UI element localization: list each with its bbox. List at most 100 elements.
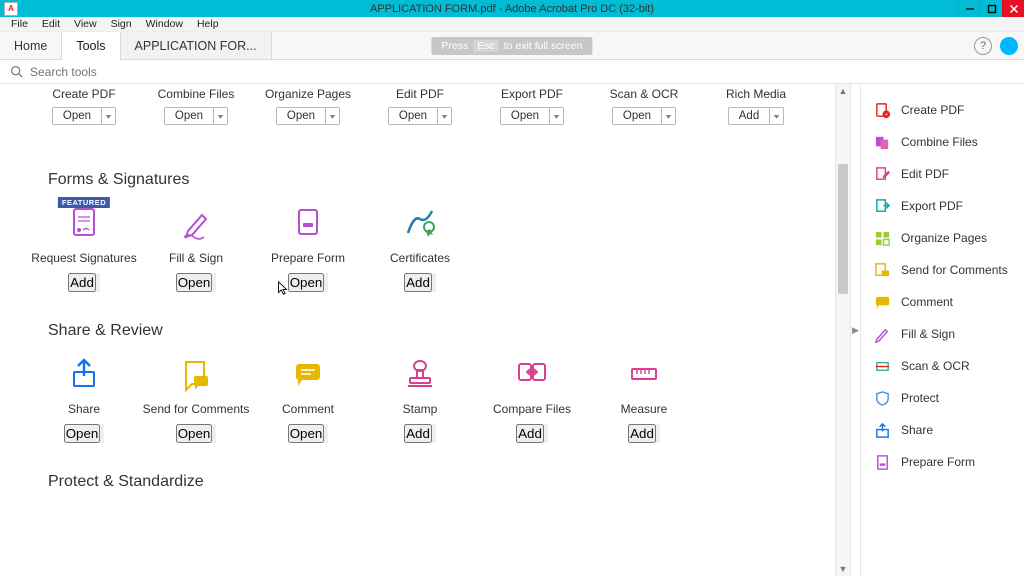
tab-tools[interactable]: Tools bbox=[61, 32, 120, 59]
open-button[interactable]: Open bbox=[612, 107, 662, 125]
open-button[interactable]: Open bbox=[388, 107, 438, 125]
open-button[interactable]: Open bbox=[288, 273, 325, 292]
tools-content: Create PDFOpen Combine FilesOpen Organiz… bbox=[0, 84, 835, 576]
add-button[interactable]: Add bbox=[68, 273, 96, 292]
dropdown-button[interactable] bbox=[212, 424, 216, 443]
menu-window[interactable]: Window bbox=[139, 18, 190, 30]
search-icon bbox=[10, 65, 23, 78]
sidebar-item-label: Edit PDF bbox=[901, 167, 949, 181]
dropdown-button[interactable] bbox=[432, 273, 436, 292]
tool-share[interactable]: Share Open bbox=[28, 354, 140, 443]
sidebar-item-label: Scan & OCR bbox=[901, 359, 970, 373]
tool-stamp[interactable]: Stamp Add bbox=[364, 354, 476, 443]
dropdown-button[interactable] bbox=[214, 107, 228, 125]
send-comments-icon bbox=[873, 261, 891, 279]
menu-edit[interactable]: Edit bbox=[35, 18, 67, 30]
tool-comment[interactable]: Comment Open bbox=[252, 354, 364, 443]
sidebar-item-send-comments[interactable]: Send for Comments bbox=[861, 254, 1024, 286]
tool-certificates[interactable]: Certificates Add bbox=[364, 203, 476, 292]
dropdown-button[interactable] bbox=[102, 107, 116, 125]
dropdown-button[interactable] bbox=[438, 107, 452, 125]
open-button[interactable]: Open bbox=[176, 273, 213, 292]
open-button[interactable]: Open bbox=[500, 107, 550, 125]
compare-files-icon bbox=[512, 354, 552, 394]
certificates-icon bbox=[400, 203, 440, 243]
close-button[interactable] bbox=[1002, 0, 1024, 17]
share-icon bbox=[873, 421, 891, 439]
dropdown-button[interactable] bbox=[100, 424, 104, 443]
sidebar-item-edit[interactable]: Edit PDF bbox=[861, 158, 1024, 190]
sidebar-item-label: Protect bbox=[901, 391, 939, 405]
tool-fill-sign[interactable]: Fill & Sign Open bbox=[140, 203, 252, 292]
dropdown-button[interactable] bbox=[432, 424, 436, 443]
sidebar-item-comment[interactable]: Comment bbox=[861, 286, 1024, 318]
dropdown-button[interactable] bbox=[770, 107, 784, 125]
sidebar-item-scan-ocr[interactable]: Scan & OCR bbox=[861, 350, 1024, 382]
tool-label: Stamp bbox=[403, 402, 438, 416]
tool-measure[interactable]: Measure Add bbox=[588, 354, 700, 443]
add-button[interactable]: Add bbox=[404, 273, 432, 292]
dropdown-button[interactable] bbox=[324, 273, 328, 292]
sidebar-item-protect[interactable]: Protect bbox=[861, 382, 1024, 414]
dropdown-button[interactable] bbox=[324, 424, 328, 443]
vertical-scrollbar[interactable]: ▲ ▼ bbox=[835, 84, 850, 576]
right-pane: +Create PDF Combine Files Edit PDF Expor… bbox=[860, 84, 1024, 576]
open-button[interactable]: Open bbox=[276, 107, 326, 125]
add-button[interactable]: Add bbox=[628, 424, 656, 443]
sidebar-item-label: Send for Comments bbox=[901, 263, 1008, 277]
menu-view[interactable]: View bbox=[67, 18, 104, 30]
sidebar-item-organize[interactable]: Organize Pages bbox=[861, 222, 1024, 254]
search-input[interactable] bbox=[30, 65, 230, 79]
sidebar-item-combine[interactable]: Combine Files bbox=[861, 126, 1024, 158]
dropdown-button[interactable] bbox=[96, 273, 100, 292]
dropdown-button[interactable] bbox=[656, 424, 660, 443]
open-button[interactable]: Open bbox=[64, 424, 101, 443]
section-share-title: Share & Review bbox=[48, 322, 835, 340]
menu-file[interactable]: File bbox=[4, 18, 35, 30]
open-button[interactable]: Open bbox=[176, 424, 213, 443]
menu-help[interactable]: Help bbox=[190, 18, 226, 30]
organize-pages-icon bbox=[873, 229, 891, 247]
add-button[interactable]: Add bbox=[404, 424, 432, 443]
menubar: File Edit View Sign Window Help bbox=[0, 17, 1024, 32]
user-avatar[interactable] bbox=[1000, 37, 1018, 55]
maximize-button[interactable] bbox=[980, 0, 1002, 17]
open-button[interactable]: Open bbox=[164, 107, 214, 125]
sidebar-item-export[interactable]: Export PDF bbox=[861, 190, 1024, 222]
measure-icon bbox=[624, 354, 664, 394]
section-protect-title: Protect & Standardize bbox=[48, 473, 835, 491]
dropdown-button[interactable] bbox=[212, 273, 216, 292]
prepare-form-icon bbox=[288, 203, 328, 243]
tool-compare-files[interactable]: Compare Files Add bbox=[476, 354, 588, 443]
sidebar-item-share[interactable]: Share bbox=[861, 414, 1024, 446]
dropdown-button[interactable] bbox=[326, 107, 340, 125]
dropdown-button[interactable] bbox=[662, 107, 676, 125]
open-button[interactable]: Open bbox=[52, 107, 102, 125]
sidebar-item-fill-sign[interactable]: Fill & Sign bbox=[861, 318, 1024, 350]
sidebar-item-prepare-form[interactable]: Prepare Form bbox=[861, 446, 1024, 478]
help-icon[interactable]: ? bbox=[974, 37, 992, 55]
add-button[interactable]: Add bbox=[516, 424, 544, 443]
dropdown-button[interactable] bbox=[544, 424, 548, 443]
sidebar-item-label: Fill & Sign bbox=[901, 327, 955, 341]
tool-send-comments[interactable]: Send for Comments Open bbox=[140, 354, 252, 443]
tab-home[interactable]: Home bbox=[0, 32, 61, 59]
tool-request-signatures[interactable]: FEATURED Request Signatures Add bbox=[28, 203, 140, 292]
add-button[interactable]: Add bbox=[728, 107, 770, 125]
minimize-button[interactable] bbox=[958, 0, 980, 17]
scrollbar-thumb[interactable] bbox=[838, 164, 848, 294]
scroll-down-icon[interactable]: ▼ bbox=[836, 562, 850, 576]
protect-icon bbox=[873, 389, 891, 407]
tool-label: Compare Files bbox=[493, 402, 571, 416]
open-button[interactable]: Open bbox=[288, 424, 325, 443]
menu-sign[interactable]: Sign bbox=[104, 18, 139, 30]
tool-prepare-form[interactable]: Prepare Form Open bbox=[252, 203, 364, 292]
sidebar-item-create-pdf[interactable]: +Create PDF bbox=[861, 94, 1024, 126]
combine-files-icon bbox=[873, 133, 891, 151]
dropdown-button[interactable] bbox=[550, 107, 564, 125]
collapse-pane-button[interactable]: ▶ bbox=[850, 84, 860, 576]
hint-rest: to exit full screen bbox=[504, 40, 583, 52]
scroll-up-icon[interactable]: ▲ bbox=[836, 84, 850, 98]
tab-document[interactable]: APPLICATION FOR... bbox=[121, 32, 272, 59]
fullscreen-hint: Press Esc to exit full screen bbox=[431, 37, 592, 55]
